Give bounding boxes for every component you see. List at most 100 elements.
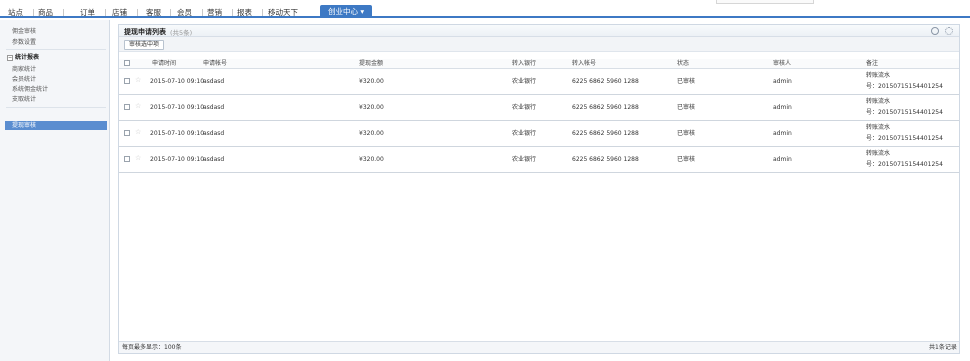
cell-amount: ¥320.00 bbox=[359, 78, 384, 85]
audit-selected-button[interactable]: 审核选中项 bbox=[124, 40, 165, 50]
cell-auditor: admin bbox=[773, 78, 792, 85]
main-panel: 提现申请列表 (共5条) 审核选中项 申请时间 申请帐号 提现金额 转入银行 转… bbox=[118, 24, 960, 354]
cell-account: asdasd bbox=[203, 130, 225, 137]
cell-status: 已审核 bbox=[677, 156, 696, 163]
refresh-icon[interactable] bbox=[931, 27, 939, 35]
sidebar-item-commission-audit[interactable]: 佣金审核 bbox=[0, 27, 110, 36]
cell-time: 2015-07-10 09:10 bbox=[150, 130, 205, 137]
nav-divider bbox=[63, 9, 64, 16]
cell-note: 转账流水 bbox=[866, 150, 891, 157]
nav-item-startup-center[interactable]: 创业中心 ▾ bbox=[320, 5, 373, 18]
sidebar-divider bbox=[6, 49, 106, 50]
nav-item-goods[interactable]: 商品 bbox=[38, 7, 53, 18]
toolbar: 审核选中项 bbox=[119, 37, 959, 52]
nav-divider bbox=[202, 9, 203, 16]
star-icon[interactable]: ☆ bbox=[135, 103, 141, 110]
nav-divider bbox=[137, 9, 138, 16]
nav-divider bbox=[232, 9, 233, 16]
col-bank: 转入银行 bbox=[512, 60, 537, 67]
nav-divider bbox=[105, 9, 106, 16]
sidebar-group-label: 统计报表 bbox=[15, 54, 40, 61]
nav-divider bbox=[170, 9, 171, 16]
cell-bank: 农业银行 bbox=[512, 78, 537, 85]
cell-note: 号：20150715154401254 bbox=[866, 109, 943, 116]
collapse-icon[interactable]: − bbox=[7, 55, 13, 61]
cell-status: 已审核 bbox=[677, 78, 696, 85]
cell-bank: 农业银行 bbox=[512, 130, 537, 137]
table-row[interactable]: ☆ 2015-07-10 09:10 asdasd ¥320.00 农业银行 6… bbox=[119, 96, 959, 121]
page-title: 提现申请列表 bbox=[124, 28, 166, 36]
cell-note: 转账流水 bbox=[866, 98, 891, 105]
table-row[interactable]: ☆ 2015-07-10 09:10 asdasd ¥320.00 农业银行 6… bbox=[119, 122, 959, 147]
cell-note: 号：20150715154401254 bbox=[866, 161, 943, 168]
nav-item-orders[interactable]: 订单 bbox=[80, 7, 95, 18]
cell-bank: 农业银行 bbox=[512, 156, 537, 163]
star-icon[interactable]: ☆ bbox=[135, 77, 141, 84]
sidebar-item-member-stats[interactable]: 会员统计 bbox=[0, 75, 110, 84]
top-search-box[interactable] bbox=[716, 0, 814, 4]
nav-item-service[interactable]: 客服 bbox=[146, 7, 161, 18]
cell-auditor: admin bbox=[773, 104, 792, 111]
nav-item-marketing[interactable]: 营销 bbox=[207, 7, 222, 18]
sidebar-item-merchant-stats[interactable]: 商家统计 bbox=[0, 65, 110, 74]
col-apply-time: 申请时间 bbox=[152, 60, 177, 67]
nav-divider bbox=[262, 9, 263, 16]
sidebar-item-withdraw-audit[interactable]: 提现审核 bbox=[5, 121, 107, 130]
col-bank-account: 转入帐号 bbox=[572, 60, 597, 67]
cell-amount: ¥320.00 bbox=[359, 130, 384, 137]
row-checkbox[interactable] bbox=[124, 156, 130, 162]
sidebar-item-settings[interactable]: 参数设置 bbox=[0, 38, 110, 47]
table-row[interactable]: ☆ 2015-07-10 09:10 asdasd ¥320.00 农业银行 6… bbox=[119, 70, 959, 95]
col-status: 状态 bbox=[677, 60, 690, 67]
select-all-checkbox[interactable] bbox=[124, 60, 130, 66]
record-count: (共5条) bbox=[170, 29, 193, 37]
star-icon[interactable]: ☆ bbox=[135, 155, 141, 162]
row-checkbox[interactable] bbox=[124, 130, 130, 136]
row-checkbox[interactable] bbox=[124, 104, 130, 110]
cell-status: 已审核 bbox=[677, 130, 696, 137]
col-auditor: 审核人 bbox=[773, 60, 792, 67]
sidebar: 佣金审核 参数设置 − 统计报表 商家统计 会员统计 系统佣金统计 支取统计 提现… bbox=[0, 20, 110, 361]
cell-auditor: admin bbox=[773, 156, 792, 163]
star-icon[interactable]: ☆ bbox=[135, 129, 141, 136]
cell-account: asdasd bbox=[203, 78, 225, 85]
nav-item-store[interactable]: 店铺 bbox=[112, 7, 127, 18]
cell-bank-account: 6225 6862 5960 1288 bbox=[572, 104, 639, 111]
cell-amount: ¥320.00 bbox=[359, 156, 384, 163]
cell-amount: ¥320.00 bbox=[359, 104, 384, 111]
cell-time: 2015-07-10 09:10 bbox=[150, 78, 205, 85]
table-header: 申请时间 申请帐号 提现金额 转入银行 转入帐号 状态 审核人 备注 bbox=[119, 59, 959, 69]
col-note: 备注 bbox=[866, 60, 879, 67]
table-row[interactable]: ☆ 2015-07-10 09:10 asdasd ¥320.00 农业银行 6… bbox=[119, 148, 959, 173]
sidebar-item-withdraw-stats[interactable]: 支取统计 bbox=[0, 95, 110, 104]
cell-account: asdasd bbox=[203, 156, 225, 163]
cell-note: 转账流水 bbox=[866, 124, 891, 131]
sidebar-group-reports[interactable]: − 统计报表 bbox=[0, 53, 110, 63]
top-nav: 站点 商品 订单 店铺 客服 会员 营销 报表 移动天下 创业中心 ▾ bbox=[0, 0, 970, 18]
sidebar-divider bbox=[6, 107, 106, 108]
nav-item-members[interactable]: 会员 bbox=[177, 7, 192, 18]
total-records-text: 共1条记录 bbox=[929, 344, 957, 351]
row-checkbox[interactable] bbox=[124, 78, 130, 84]
nav-item-reports[interactable]: 报表 bbox=[237, 7, 252, 18]
cell-note: 号：20150715154401254 bbox=[866, 83, 943, 90]
cell-status: 已审核 bbox=[677, 104, 696, 111]
sidebar-item-commission-stats[interactable]: 系统佣金统计 bbox=[0, 85, 110, 94]
cell-note: 号：20150715154401254 bbox=[866, 135, 943, 142]
cell-bank-account: 6225 6862 5960 1288 bbox=[572, 156, 639, 163]
cell-auditor: admin bbox=[773, 130, 792, 137]
cell-account: asdasd bbox=[203, 104, 225, 111]
cell-bank: 农业银行 bbox=[512, 104, 537, 111]
nav-item-mobile[interactable]: 移动天下 bbox=[268, 7, 298, 18]
col-amount: 提现金额 bbox=[359, 60, 384, 67]
cell-bank-account: 6225 6862 5960 1288 bbox=[572, 78, 639, 85]
cell-bank-account: 6225 6862 5960 1288 bbox=[572, 130, 639, 137]
settings-icon[interactable] bbox=[945, 27, 953, 35]
nav-item-site[interactable]: 站点 bbox=[8, 7, 23, 18]
panel-header: 提现申请列表 (共5条) bbox=[119, 25, 959, 37]
cell-time: 2015-07-10 09:10 bbox=[150, 156, 205, 163]
per-page-text: 每页最多显示：100条 bbox=[122, 344, 182, 351]
cell-time: 2015-07-10 09:10 bbox=[150, 104, 205, 111]
nav-divider bbox=[33, 9, 34, 16]
col-apply-account: 申请帐号 bbox=[203, 60, 228, 67]
